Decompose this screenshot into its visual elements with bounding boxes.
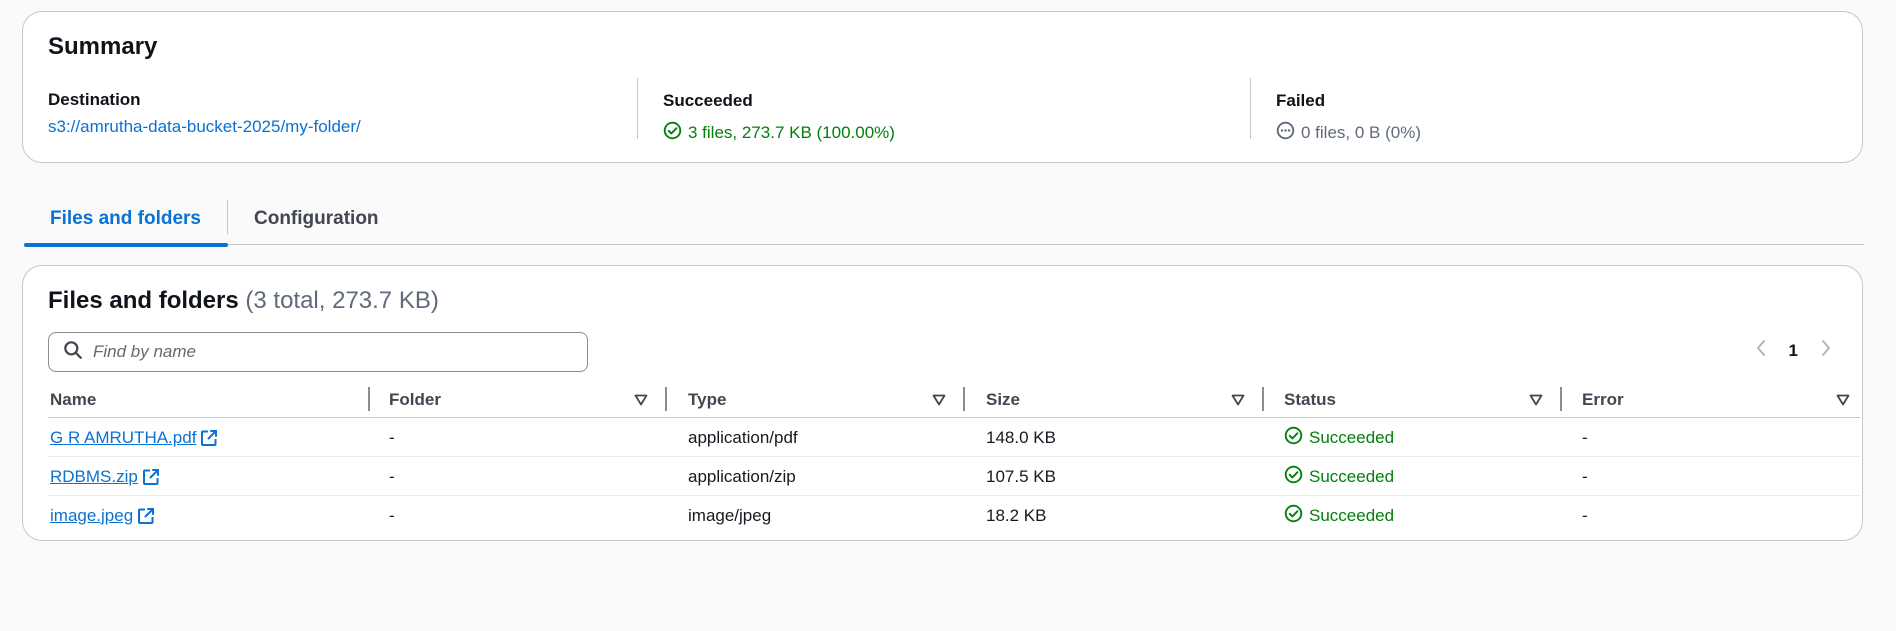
column-resizer[interactable]	[963, 387, 965, 411]
file-link[interactable]: image.jpeg	[50, 506, 133, 526]
file-name-cell: image.jpeg	[50, 496, 155, 535]
file-link[interactable]: RDBMS.zip	[50, 467, 138, 487]
status-success-icon	[1284, 465, 1303, 489]
status-text: Succeeded	[1309, 505, 1395, 525]
chevron-right-icon[interactable]	[1820, 339, 1832, 362]
error-cell: -	[1582, 427, 1588, 447]
status-success-icon	[1284, 426, 1303, 450]
column-header-error[interactable]: Error	[1582, 382, 1624, 418]
column-header-folder[interactable]: Folder	[389, 382, 441, 418]
file-name-cell: G R AMRUTHA.pdf	[50, 418, 218, 457]
pagination: 1	[1755, 339, 1832, 362]
files-table: Name Folder Type Size Status Error G R A…	[48, 382, 1860, 535]
column-header-size[interactable]: Size	[986, 382, 1020, 418]
table-row: image.jpeg - image/jpeg 18.2 KB Succeede…	[48, 496, 1860, 535]
size-cell: 107.5 KB	[986, 466, 1056, 486]
external-link-icon[interactable]	[200, 429, 218, 447]
sort-caret-icon[interactable]	[1836, 393, 1850, 411]
column-header-status[interactable]: Status	[1284, 382, 1336, 418]
succeeded-status: 3 files, 273.7 KB (100.00%)	[663, 121, 1251, 145]
type-cell: image/jpeg	[688, 505, 772, 525]
error-cell: -	[1582, 466, 1588, 486]
sort-caret-icon[interactable]	[1231, 393, 1245, 411]
status-cell: Succeeded	[1284, 418, 1394, 457]
tab-configuration[interactable]: Configuration	[254, 192, 379, 245]
column-resizer[interactable]	[665, 387, 667, 411]
page-number[interactable]: 1	[1789, 341, 1798, 361]
column-header-name[interactable]: Name	[50, 382, 96, 418]
status-success-icon	[663, 121, 682, 145]
status-cell: Succeeded	[1284, 496, 1394, 535]
files-count: (3 total, 273.7 KB)	[245, 287, 439, 314]
table-row: G R AMRUTHA.pdf - application/pdf 148.0 …	[48, 418, 1860, 457]
file-link[interactable]: G R AMRUTHA.pdf	[50, 428, 196, 448]
files-heading: Files and folders (3 total, 273.7 KB)	[48, 287, 439, 315]
destination-link[interactable]: s3://amrutha-data-bucket-2025/my-folder/	[48, 117, 638, 137]
succeeded-section: Succeeded 3 files, 273.7 KB (100.00%)	[637, 78, 1251, 142]
table-row: RDBMS.zip - application/zip 107.5 KB Suc…	[48, 457, 1860, 496]
status-pending-icon	[1276, 121, 1295, 145]
external-link-icon[interactable]	[142, 468, 160, 486]
destination-label: Destination	[48, 90, 141, 109]
failed-status: 0 files, 0 B (0%)	[1276, 121, 1850, 145]
file-name-cell: RDBMS.zip	[50, 457, 160, 496]
failed-section: Failed 0 files, 0 B (0%)	[1250, 78, 1850, 142]
column-header-type[interactable]: Type	[688, 382, 726, 418]
error-cell: -	[1582, 505, 1588, 525]
folder-cell: -	[389, 427, 395, 447]
status-success-icon	[1284, 504, 1303, 528]
status-text: Succeeded	[1309, 427, 1395, 447]
type-cell: application/pdf	[688, 427, 798, 447]
succeeded-value: 3 files, 273.7 KB (100.00%)	[688, 123, 895, 142]
status-cell: Succeeded	[1284, 457, 1394, 496]
folder-cell: -	[389, 466, 395, 486]
sort-caret-icon[interactable]	[1529, 393, 1543, 411]
files-card: Files and folders (3 total, 273.7 KB) 1 …	[22, 265, 1863, 541]
type-cell: application/zip	[688, 466, 796, 486]
column-resizer[interactable]	[1560, 387, 1562, 411]
tab-bar: Files and folders Configuration	[24, 192, 1864, 247]
succeeded-label: Succeeded	[663, 91, 753, 110]
sort-caret-icon[interactable]	[634, 393, 648, 411]
table-header: Name Folder Type Size Status Error	[48, 382, 1860, 418]
size-cell: 18.2 KB	[986, 505, 1047, 525]
search-icon	[63, 340, 83, 365]
search-input[interactable]	[93, 342, 553, 362]
tab-divider	[227, 200, 228, 234]
tab-files-and-folders[interactable]: Files and folders	[24, 192, 228, 247]
summary-title: Summary	[48, 33, 158, 60]
summary-card: Summary Destination s3://amrutha-data-bu…	[22, 11, 1863, 163]
search-box	[48, 332, 588, 372]
external-link-icon[interactable]	[137, 507, 155, 525]
chevron-left-icon[interactable]	[1755, 339, 1767, 362]
status-text: Succeeded	[1309, 466, 1395, 486]
column-resizer[interactable]	[1262, 387, 1264, 411]
destination-section: Destination s3://amrutha-data-bucket-202…	[48, 78, 638, 139]
column-resizer[interactable]	[368, 387, 370, 411]
folder-cell: -	[389, 505, 395, 525]
sort-caret-icon[interactable]	[932, 393, 946, 411]
failed-label: Failed	[1276, 91, 1326, 110]
size-cell: 148.0 KB	[986, 427, 1056, 447]
failed-value: 0 files, 0 B (0%)	[1301, 123, 1421, 142]
files-title: Files and folders	[48, 287, 239, 314]
